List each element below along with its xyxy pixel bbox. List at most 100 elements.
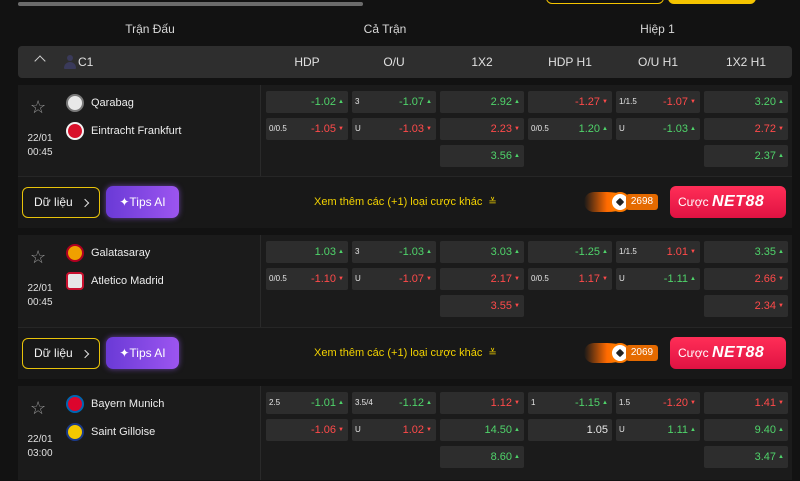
fire-count: 2698 (626, 194, 658, 210)
divider (260, 235, 261, 329)
bet-label: Cược (678, 346, 709, 360)
data-button[interactable]: Dữ liệu (22, 338, 100, 369)
odds-cell-1x2-draw[interactable]: 3.55 (440, 295, 524, 317)
odd-value: 3.20 (755, 91, 784, 113)
match-row: ☆ 22/01 00:45 Qarabag Eintracht Frankfur… (18, 85, 792, 179)
odd-value: -1.07 (663, 91, 696, 113)
col-hdp-h1: HDP H1 (548, 55, 592, 69)
match-actions-bar: Dữ liệu ✦Tips AI Xem thêm các (+1) loại … (18, 176, 792, 228)
double-chevron-down-icon: ≚ (488, 348, 497, 359)
odds-cell-hdp-h1-away[interactable]: 1.05 (528, 419, 612, 441)
odd-value: -1.27 (575, 91, 608, 113)
odd-value: 1.01 (667, 241, 696, 263)
more-bets-link[interactable]: Xem thêm các (+1) loại cược khác ≚ (314, 328, 497, 380)
odds-cell-1x2-h1-away[interactable]: 2.66 (704, 268, 788, 290)
saint-gilloise-crest-icon (66, 423, 84, 441)
odds-cell-1x2-h1-draw[interactable]: 3.47 (704, 446, 788, 468)
odds-cell-ou-h1-under[interactable]: U -1.11 (616, 268, 700, 290)
away-team-name: Eintracht Frankfurt (91, 125, 182, 137)
odds-cell-1x2-h1-away[interactable]: 2.72 (704, 118, 788, 140)
col-ou-h1: O/U H1 (637, 55, 678, 69)
odd-value: -1.05 (311, 118, 344, 140)
match-time: 03:00 (27, 448, 53, 459)
horizontal-scroll-thumb[interactable] (18, 2, 363, 6)
bet-net88-button[interactable]: Cược NET88 (670, 186, 786, 218)
chevron-up-icon[interactable] (34, 55, 46, 67)
odds-cell-1x2-home[interactable]: 2.92 (440, 91, 524, 113)
odds-cell-ou-h1-over[interactable]: 1/1.5 1.01 (616, 241, 700, 263)
odds-cell-1x2-away[interactable]: 14.50 (440, 419, 524, 441)
line-value: 1/1.5 (619, 97, 637, 106)
odds-cell-ou-under[interactable]: U 1.02 (352, 419, 436, 441)
odds-cell-ou-under[interactable]: U -1.07 (352, 268, 436, 290)
odds-cell-1x2-h1-home[interactable]: 1.41 (704, 392, 788, 414)
odd-value: 8.60 (491, 446, 520, 468)
match-actions-bar: Dữ liệu ✦Tips AI Xem thêm các (+1) loại … (18, 327, 792, 379)
odds-cell-hdp-away[interactable]: 0/0.5 -1.10 (266, 268, 348, 290)
odd-value: 1.17 (579, 268, 608, 290)
odd-value: -1.03 (663, 118, 696, 140)
odds-cell-ou-h1-over[interactable]: 1/1.5 -1.07 (616, 91, 700, 113)
tips-ai-button[interactable]: ✦Tips AI (106, 337, 179, 369)
odds-cell-ou-over[interactable]: 3.5/4 -1.12 (352, 392, 436, 414)
tips-ai-button[interactable]: ✦Tips AI (106, 186, 179, 218)
favorite-star-icon[interactable]: ☆ (30, 98, 46, 116)
odds-cell-hdp-home[interactable]: 1.03 (266, 241, 348, 263)
odds-cell-1x2-home[interactable]: 3.03 (440, 241, 524, 263)
more-bets-link[interactable]: Xem thêm các (+1) loại cược khác ≚ (314, 177, 497, 229)
odds-cell-1x2-home[interactable]: 1.12 (440, 392, 524, 414)
odds-cell-1x2-draw[interactable]: 8.60 (440, 446, 524, 468)
odds-cell-1x2-h1-draw[interactable]: 2.34 (704, 295, 788, 317)
odds-cell-hdp-home[interactable]: -1.02 (266, 91, 348, 113)
top-outline-button[interactable] (546, 0, 664, 4)
league-row[interactable]: C1 HDP O/U 1X2 HDP H1 O/U H1 1X2 H1 (18, 46, 792, 78)
fire-count: 2069 (626, 345, 658, 361)
odds-cell-1x2-away[interactable]: 2.17 (440, 268, 524, 290)
bet-net88-button[interactable]: Cược NET88 (670, 337, 786, 369)
odd-value: -1.03 (399, 241, 432, 263)
odds-cell-hdp-home[interactable]: 2.5 -1.01 (266, 392, 348, 414)
odds-cell-ou-h1-under[interactable]: U 1.11 (616, 419, 700, 441)
odds-cell-hdp-h1-home[interactable]: -1.25 (528, 241, 612, 263)
fire-counter[interactable]: 2069 (584, 340, 662, 366)
odd-value: 2.66 (755, 268, 784, 290)
odd-value: -1.03 (399, 118, 432, 140)
top-strip (0, 0, 800, 14)
fire-counter[interactable]: 2698 (584, 189, 662, 215)
match-datetime: 22/01 00:45 (18, 132, 62, 160)
odd-value: -1.12 (399, 392, 432, 414)
odd-value: 3.03 (491, 241, 520, 263)
odds-cell-1x2-h1-away[interactable]: 9.40 (704, 419, 788, 441)
atletico-crest-icon (66, 272, 84, 290)
header-first-half: Hiệp 1 (640, 22, 675, 36)
odds-cell-hdp-h1-away[interactable]: 0/0.5 1.17 (528, 268, 612, 290)
net88-logo: NET88 (712, 344, 765, 361)
odds-cell-hdp-h1-away[interactable]: 0/0.5 1.20 (528, 118, 612, 140)
line-value: 0/0.5 (269, 124, 287, 133)
odds-cell-hdp-h1-home[interactable]: 1 -1.15 (528, 392, 612, 414)
odds-cell-ou-over[interactable]: 3 -1.03 (352, 241, 436, 263)
odds-cell-hdp-h1-home[interactable]: -1.27 (528, 91, 612, 113)
odds-cell-hdp-away[interactable]: 0/0.5 -1.05 (266, 118, 348, 140)
top-filled-button[interactable] (668, 0, 756, 4)
odd-value: 2.37 (755, 145, 784, 167)
odds-cell-1x2-h1-home[interactable]: 3.35 (704, 241, 788, 263)
odds-cell-1x2-draw[interactable]: 3.56 (440, 145, 524, 167)
chevron-right-icon (80, 349, 90, 359)
favorite-star-icon[interactable]: ☆ (30, 248, 46, 266)
odds-cell-1x2-h1-home[interactable]: 3.20 (704, 91, 788, 113)
odds-cell-ou-under[interactable]: U -1.03 (352, 118, 436, 140)
data-button[interactable]: Dữ liệu (22, 187, 100, 218)
match-datetime: 22/01 03:00 (18, 433, 62, 461)
odds-cell-1x2-away[interactable]: 2.23 (440, 118, 524, 140)
line-value: 3.5/4 (355, 398, 373, 407)
odds-cell-1x2-h1-draw[interactable]: 2.37 (704, 145, 788, 167)
odds-cell-ou-over[interactable]: 3 -1.07 (352, 91, 436, 113)
galatasaray-crest-icon (66, 244, 84, 262)
match-date: 22/01 (27, 283, 53, 294)
odds-cell-hdp-away[interactable]: -1.06 (266, 419, 348, 441)
favorite-star-icon[interactable]: ☆ (30, 399, 46, 417)
odds-cell-ou-h1-under[interactable]: U -1.03 (616, 118, 700, 140)
odds-cell-ou-h1-over[interactable]: 1.5 -1.20 (616, 392, 700, 414)
frankfurt-crest-icon (66, 122, 84, 140)
